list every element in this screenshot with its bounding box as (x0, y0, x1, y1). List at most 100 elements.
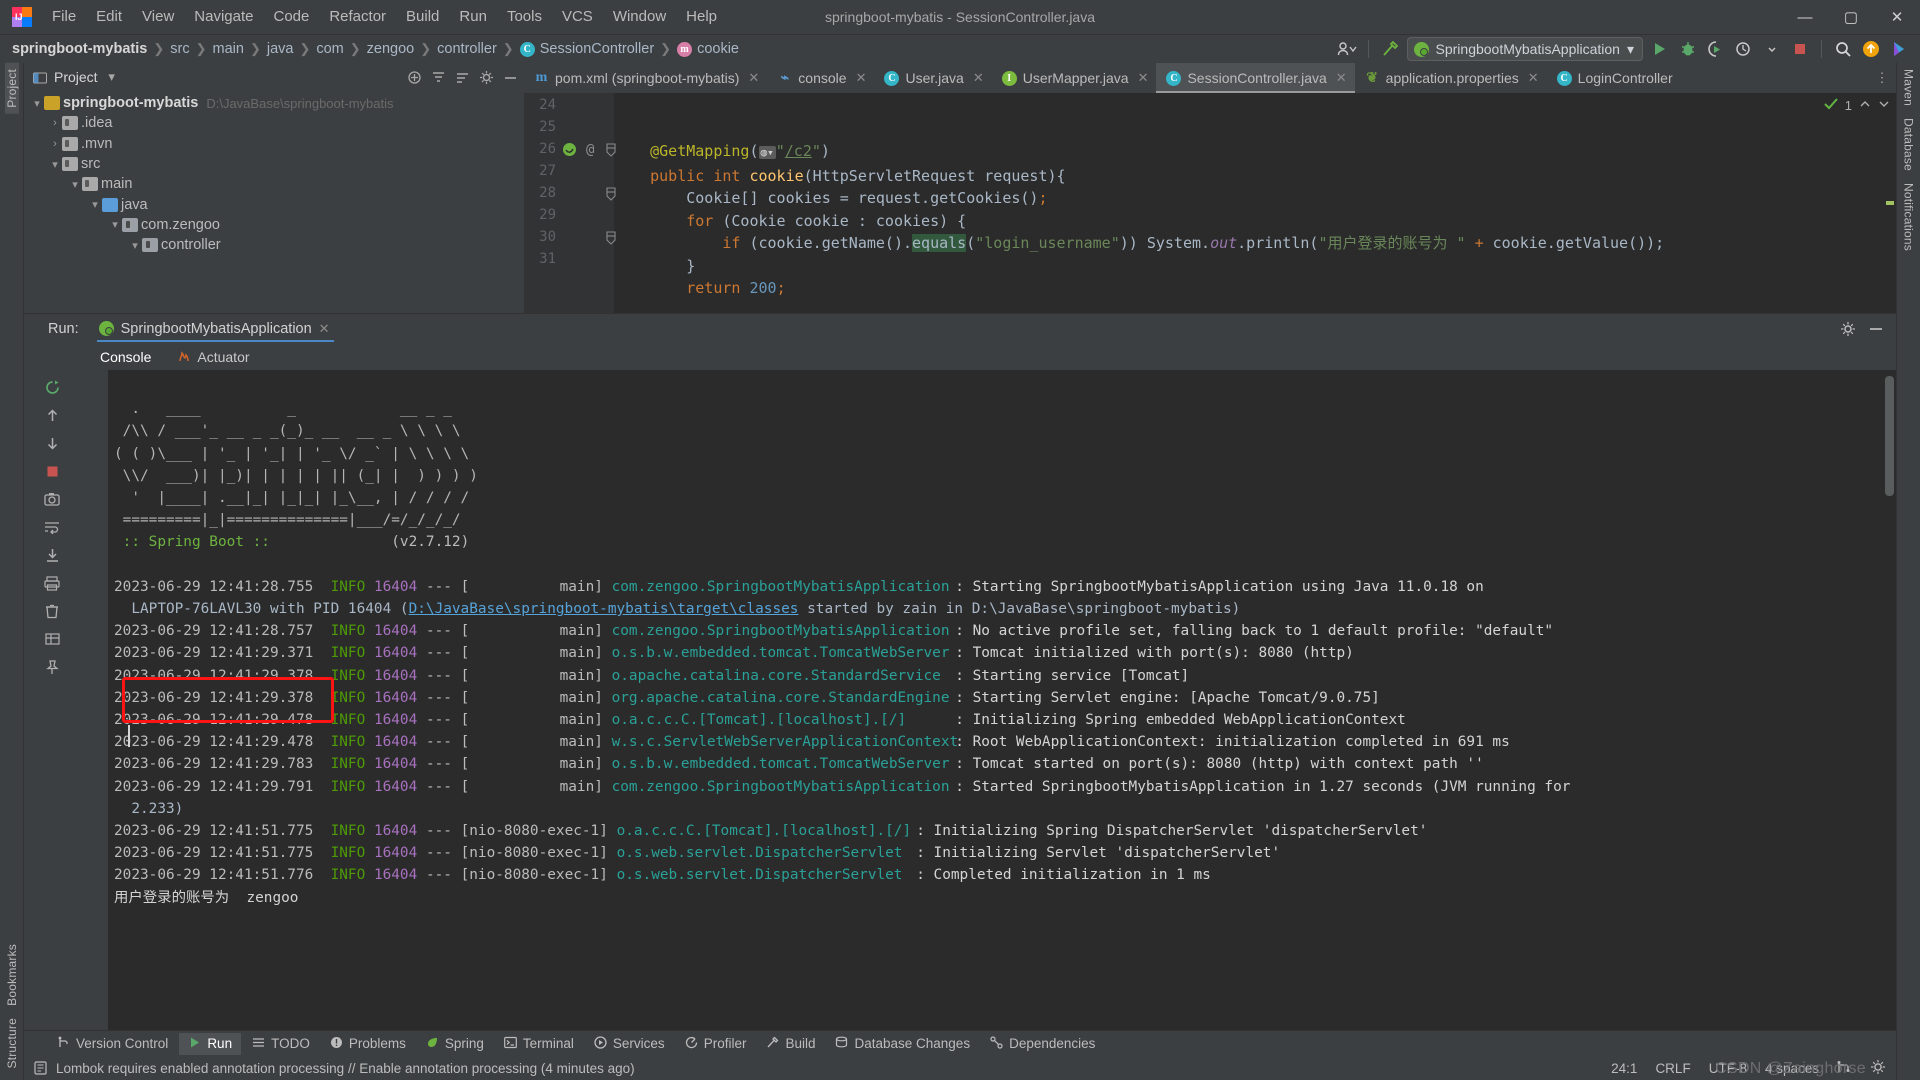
tab-application-properties[interactable]: ❦ application.properties ✕ (1355, 63, 1547, 93)
console-output[interactable]: . ____ _ __ _ _ /\\ / ___'_ __ _ _(_)_ _… (108, 370, 1896, 1030)
menu-tools[interactable]: Tools (497, 4, 552, 30)
menu-edit[interactable]: Edit (86, 4, 132, 30)
tab-user-java[interactable]: C User.java ✕ (874, 63, 991, 93)
tab-sessioncontroller-java[interactable]: C SessionController.java ✕ (1156, 63, 1355, 93)
tab-console[interactable]: ⌁ console ✕ (767, 63, 874, 93)
user-dropdown-icon[interactable] (1336, 38, 1358, 60)
chevron-down-icon[interactable]: ▾ (108, 218, 122, 231)
tree-item-src[interactable]: ▾ src (24, 154, 524, 174)
sidebar-item-project[interactable]: Project (4, 63, 19, 114)
menu-file[interactable]: File (42, 4, 86, 30)
menu-window[interactable]: Window (603, 4, 676, 30)
settings-gear-icon[interactable] (1870, 1059, 1886, 1078)
run-coverage-icon[interactable] (1705, 38, 1727, 60)
tab-actuator[interactable]: Actuator (173, 347, 253, 368)
menu-help[interactable]: Help (676, 4, 727, 30)
close-button[interactable]: ✕ (1874, 0, 1920, 35)
editor-markers-gutter[interactable] (1882, 93, 1896, 313)
more-tabs-icon[interactable]: ⋮ (1874, 70, 1890, 86)
toolwindow-profiler[interactable]: Profiler (676, 1033, 756, 1055)
soft-wrap-icon[interactable] (39, 514, 65, 540)
update-project-icon[interactable] (1860, 38, 1882, 60)
menu-vcs[interactable]: VCS (552, 4, 603, 30)
expand-all-icon[interactable] (406, 69, 422, 85)
close-icon[interactable]: ✕ (748, 70, 759, 86)
inspection-stripe[interactable] (1886, 201, 1894, 205)
run-configuration-selector[interactable]: SpringbootMybatisApplication ▾ (1406, 37, 1643, 61)
breadcrumb-zengoo[interactable]: zengoo (367, 41, 415, 57)
clear-all-icon[interactable] (39, 598, 65, 624)
scroll-down-icon[interactable] (39, 430, 65, 456)
run-icon[interactable] (1649, 38, 1671, 60)
settings-gear-icon[interactable] (478, 69, 494, 85)
toolwindow-build[interactable]: Build (757, 1033, 824, 1055)
chevron-down-icon[interactable]: ▾ (88, 198, 102, 211)
sort-icon[interactable] (454, 69, 470, 85)
tab-console[interactable]: Console (90, 347, 155, 367)
toolwindow-run[interactable]: Run (179, 1032, 242, 1055)
breadcrumb-project[interactable]: springboot-mybatis (12, 41, 147, 57)
notification-icon[interactable] (32, 1060, 48, 1076)
chevron-down-icon[interactable] (1761, 38, 1783, 60)
status-message[interactable]: Lombok requires enabled annotation proce… (56, 1061, 635, 1076)
sidebar-item-structure[interactable]: Structure (5, 1012, 19, 1075)
grid-icon[interactable] (39, 626, 65, 652)
chevron-right-icon[interactable]: › (48, 138, 62, 150)
inspection-widget[interactable]: 1 (1824, 97, 1890, 114)
hide-window-icon[interactable] (1868, 321, 1884, 337)
tree-item-main[interactable]: ▾ main (24, 174, 524, 194)
close-icon[interactable]: ✕ (856, 70, 867, 86)
tab-logincontroller[interactable]: C LoginController (1547, 63, 1681, 93)
tree-item-idea[interactable]: › .idea (24, 113, 524, 133)
settings-gear-icon[interactable] (1840, 321, 1856, 337)
sidebar-item-database[interactable]: Database (1902, 112, 1916, 177)
debug-icon[interactable] (1677, 38, 1699, 60)
hammer-build-icon[interactable] (1379, 38, 1401, 60)
ide-feature-icon[interactable] (1888, 38, 1910, 60)
breadcrumb-com[interactable]: com (316, 41, 343, 57)
code-editor[interactable]: 24 25 26 27 28 29 30 31 @ @GetMapping(◍… (524, 93, 1896, 313)
profiler-icon[interactable] (1733, 38, 1755, 60)
scroll-to-end-icon[interactable] (39, 542, 65, 568)
maximize-button[interactable]: ▢ (1828, 0, 1874, 35)
sidebar-item-maven[interactable]: Maven (1902, 63, 1916, 112)
chevron-down-icon[interactable]: ▾ (48, 158, 62, 171)
chevron-down-icon[interactable] (1878, 98, 1890, 113)
toolwindow-services[interactable]: Services (585, 1033, 674, 1055)
annotation-gutter-icon[interactable]: @ (586, 142, 594, 158)
tree-item-com-zengoo[interactable]: ▾ com.zengoo (24, 215, 524, 235)
toolwindow-version-control[interactable]: Version Control (48, 1033, 177, 1055)
toolwindow-dependencies[interactable]: Dependencies (981, 1033, 1104, 1055)
line-separator[interactable]: CRLF (1655, 1061, 1690, 1076)
menu-run[interactable]: Run (449, 4, 497, 30)
breadcrumb-controller[interactable]: controller (437, 41, 497, 57)
hide-window-icon[interactable] (502, 69, 518, 85)
rerun-icon[interactable] (39, 374, 65, 400)
spring-bean-gutter-icon[interactable] (562, 142, 577, 162)
close-icon[interactable]: ✕ (1336, 70, 1347, 86)
stop-icon[interactable] (39, 458, 65, 484)
chevron-down-icon[interactable]: ▾ (104, 69, 120, 85)
breadcrumb-main[interactable]: main (213, 41, 244, 57)
toolwindow-todo[interactable]: TODO (243, 1033, 319, 1055)
menu-view[interactable]: View (132, 4, 184, 30)
chevron-down-icon[interactable]: ▾ (128, 239, 142, 252)
pin-icon[interactable] (39, 654, 65, 680)
chevron-down-icon[interactable]: ▾ (30, 97, 44, 110)
chevron-up-icon[interactable] (1859, 98, 1871, 113)
breadcrumb-java[interactable]: java (267, 41, 294, 57)
editor-gutter[interactable]: 24 25 26 27 28 29 30 31 @ (524, 93, 616, 313)
caret-position[interactable]: 24:1 (1611, 1061, 1637, 1076)
menu-code[interactable]: Code (263, 4, 319, 30)
toolwindow-spring[interactable]: Spring (417, 1033, 493, 1055)
console-scrollbar[interactable] (1885, 376, 1894, 496)
scroll-up-icon[interactable] (39, 402, 65, 428)
tree-item-mvn[interactable]: › .mvn (24, 134, 524, 154)
search-icon[interactable] (1832, 38, 1854, 60)
tree-item-controller[interactable]: ▾ controller (24, 235, 524, 255)
toolwindow-terminal[interactable]: Terminal (495, 1033, 583, 1055)
breadcrumb-src[interactable]: src (170, 41, 189, 57)
tree-item-springboot-mybatis[interactable]: ▾ springboot-mybatis D:\JavaBase\springb… (24, 93, 524, 113)
run-tab-springbootmybatisapplication[interactable]: SpringbootMybatisApplication ✕ (93, 317, 338, 342)
screenshot-icon[interactable] (39, 486, 65, 512)
